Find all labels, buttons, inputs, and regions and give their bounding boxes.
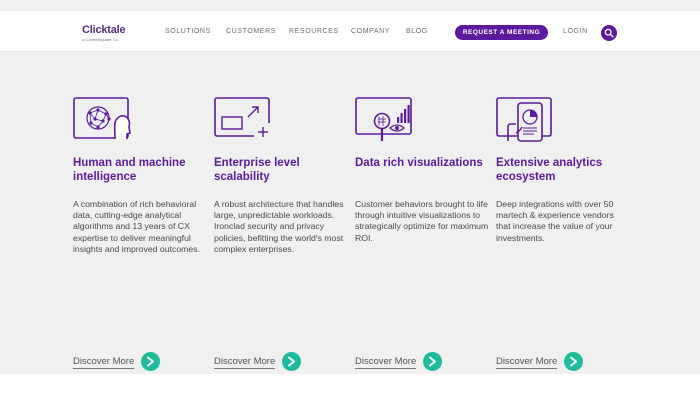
discover-more-label[interactable]: Discover More [73, 356, 135, 369]
nav-item-customers[interactable]: CUSTOMERS [226, 28, 276, 36]
logo-wordmark: Clicktale [82, 24, 126, 36]
arrow-right-icon[interactable] [564, 352, 583, 371]
logo-tagline: a Contentsquare Co. [82, 37, 119, 42]
feature-title: Human and machine intelligence [73, 157, 186, 183]
arrow-right-icon[interactable] [282, 352, 301, 371]
nav-item-company[interactable]: COMPANY [351, 28, 390, 36]
feature-description: A robust architecture that handles large… [214, 199, 344, 254]
ai-head-icon [73, 97, 131, 140]
request-meeting-button[interactable]: REQUEST A MEETING [455, 25, 548, 40]
analytics-ecosystem-icon [496, 97, 552, 142]
feature-description: Customer behaviors brought to life throu… [355, 199, 489, 243]
feature-title: Data rich visualizations [355, 157, 483, 169]
discover-more-link[interactable]: Discover More [214, 352, 304, 372]
discover-more-label[interactable]: Discover More [496, 356, 558, 369]
arrow-right-icon[interactable] [423, 352, 442, 371]
feature-title: Extensive analytics ecosystem [496, 157, 603, 183]
nav-item-resources[interactable]: RESOURCES [289, 28, 339, 36]
page-footer-area [0, 374, 700, 400]
top-navigation-bar: Clicktale a Contentsquare Co. SOLUTIONS … [0, 11, 700, 52]
features-section: Human and machine intelligence A combina… [0, 52, 700, 374]
discover-more-link[interactable]: Discover More [73, 352, 163, 372]
discover-more-label[interactable]: Discover More [214, 356, 276, 369]
feature-title: Enterprise level scalability [214, 157, 300, 183]
feature-description: A combination of rich behavioral data, c… [73, 199, 200, 254]
discover-more-link[interactable]: Discover More [355, 352, 445, 372]
discover-more-label[interactable]: Discover More [355, 356, 417, 369]
search-button[interactable] [601, 25, 617, 41]
magnifier-icon [604, 28, 614, 38]
arrow-right-icon[interactable] [141, 352, 160, 371]
clicktale-logo[interactable]: Clicktale a Contentsquare Co. [82, 24, 126, 43]
scale-window-icon [214, 97, 272, 141]
login-link[interactable]: LOGIN [563, 28, 588, 36]
nav-item-blog[interactable]: BLOG [406, 28, 428, 36]
feature-description: Deep integrations with over 50 martech &… [496, 199, 614, 243]
nav-item-solutions[interactable]: SOLUTIONS [165, 28, 211, 36]
data-visualization-icon [355, 97, 412, 141]
discover-more-link[interactable]: Discover More [496, 352, 586, 372]
top-strip [0, 0, 700, 11]
